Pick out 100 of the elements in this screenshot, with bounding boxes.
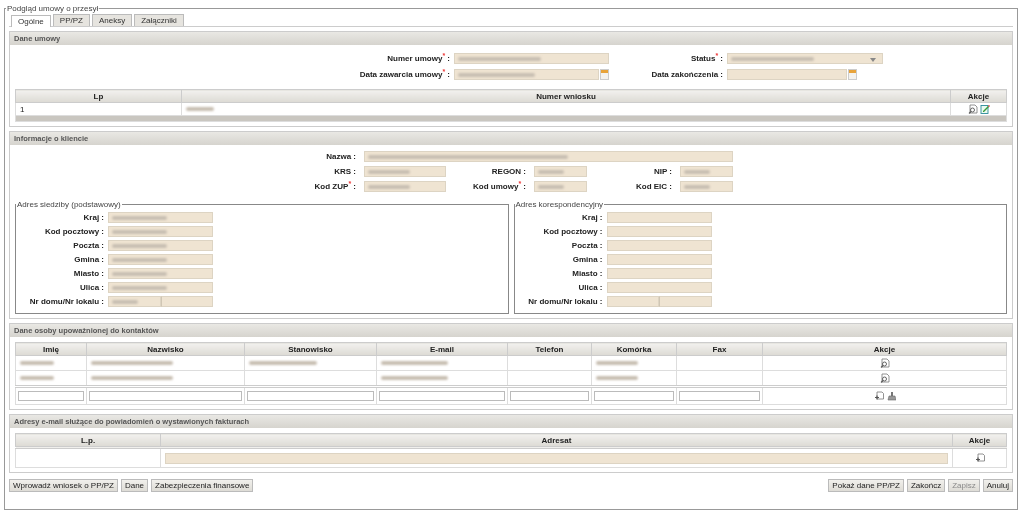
blurred-text [112, 243, 167, 248]
dropdown[interactable] [727, 53, 883, 64]
field-label: Ulica : [79, 283, 105, 292]
column-header: Adresat [160, 433, 953, 448]
blurred-text [368, 169, 411, 174]
input-field[interactable] [510, 391, 589, 401]
document-search-icon[interactable] [879, 358, 890, 368]
button[interactable]: Pokaż dane PP/PZ [828, 479, 904, 492]
input-field[interactable] [606, 240, 712, 251]
column-header: Komórka [591, 342, 677, 356]
input-field[interactable] [108, 226, 213, 237]
blurred-text [112, 229, 167, 234]
input-field[interactable] [606, 212, 712, 223]
document-add-icon[interactable] [873, 391, 884, 401]
input-field[interactable] [108, 212, 213, 223]
column-header: Akcje [952, 433, 1007, 448]
column-header: Stanowisko [244, 342, 377, 356]
blurred-text [112, 271, 167, 276]
field-label: Gmina : [73, 255, 105, 264]
column-header: Imię [15, 342, 87, 356]
column-header: Fax [676, 342, 763, 356]
input-field[interactable] [606, 296, 659, 307]
input-field[interactable] [727, 69, 847, 80]
tab[interactable]: Załączniki [134, 14, 184, 26]
tab[interactable]: PP/PZ [52, 14, 90, 26]
document-search-icon[interactable] [967, 104, 978, 114]
tab[interactable]: Ogólne [11, 15, 51, 27]
field-label: Kod EIC : [635, 182, 673, 191]
input-field[interactable] [108, 254, 213, 265]
field-label: Status$^{*}$ : [689, 54, 724, 63]
field-label: REGON : [490, 167, 527, 176]
input-field[interactable] [379, 391, 505, 401]
input-field[interactable] [534, 166, 587, 177]
field-label: Ulica : [577, 283, 604, 292]
input-field[interactable] [364, 181, 446, 192]
field-label: Nr domu/Nr lokalu : [527, 297, 604, 306]
blurred-text [684, 184, 711, 189]
button[interactable]: Zakończ [906, 479, 946, 492]
input-field[interactable] [606, 254, 712, 265]
field-label: Numer umowy$^{*}$ : [386, 54, 451, 63]
input-field[interactable] [108, 268, 213, 279]
input-field[interactable] [606, 268, 712, 279]
input-field[interactable] [606, 226, 712, 237]
calendar-icon[interactable] [600, 69, 609, 80]
input-field[interactable] [247, 391, 374, 401]
field-label: Data zawarcia umowy$^{*}$ : [358, 70, 451, 79]
input-field[interactable] [606, 282, 712, 293]
blurred-text [20, 376, 55, 380]
blurred-text [112, 215, 167, 220]
input-field[interactable] [659, 296, 712, 307]
field-label: Nazwa : [325, 152, 357, 161]
group-title: Adres korespondencyjny [514, 200, 605, 209]
button[interactable]: Dane [120, 479, 149, 492]
column-header: L.p. [15, 433, 161, 448]
field-label: Kraj : [82, 213, 105, 222]
input-field[interactable] [594, 391, 674, 401]
blurred-text [538, 184, 565, 189]
button[interactable]: Zabezpieczenia finansowe [151, 479, 254, 492]
input-field[interactable] [454, 69, 599, 80]
group-title: Adres siedziby (podstawowy) [16, 200, 122, 209]
button[interactable]: Wprowadź wniosek o PP/PZ [9, 479, 118, 492]
caret-icon [870, 58, 876, 62]
input-field[interactable] [534, 181, 587, 192]
window-title: Podgląd umowy o przesył [6, 4, 100, 13]
input-field[interactable] [454, 53, 609, 64]
brush-icon[interactable] [885, 391, 896, 401]
input-field[interactable] [108, 282, 213, 293]
column-header: E-mail [376, 342, 508, 356]
blurred-text [20, 361, 55, 365]
field-label: KRS : [333, 167, 357, 176]
field-label: Kod pocztowy : [43, 227, 105, 236]
input-field[interactable] [89, 391, 242, 401]
input-field[interactable] [108, 296, 161, 307]
edit-icon[interactable] [979, 104, 990, 114]
column-header: Akcje [762, 342, 1007, 356]
field-label: Poczta : [72, 241, 105, 250]
field-label: Gmina : [571, 255, 604, 264]
document-search-icon[interactable] [879, 373, 890, 383]
tab[interactable]: Aneksy [91, 14, 133, 26]
input-field[interactable] [165, 452, 948, 464]
input-field[interactable] [679, 391, 760, 401]
button[interactable]: Anuluj [982, 479, 1013, 492]
input-field[interactable] [160, 296, 213, 307]
blurred-text [381, 376, 449, 380]
input-field[interactable] [18, 391, 84, 401]
column-header: Telefon [507, 342, 592, 356]
blurred-text [596, 376, 638, 380]
field-label: Kod ZUP$^{*}$ : [313, 182, 357, 191]
document-add-icon[interactable] [974, 453, 985, 463]
field-label: Kraj : [581, 213, 604, 222]
calendar-icon[interactable] [848, 69, 857, 80]
blurred-text [684, 169, 711, 174]
column-header: Numer wniosku [181, 89, 951, 103]
blurred-text [112, 285, 167, 290]
blurred-text [596, 361, 638, 365]
input-field[interactable] [364, 166, 446, 177]
input-field[interactable] [108, 240, 213, 251]
input-field[interactable] [680, 181, 733, 192]
input-field[interactable] [680, 166, 733, 177]
input-field[interactable] [364, 151, 733, 162]
